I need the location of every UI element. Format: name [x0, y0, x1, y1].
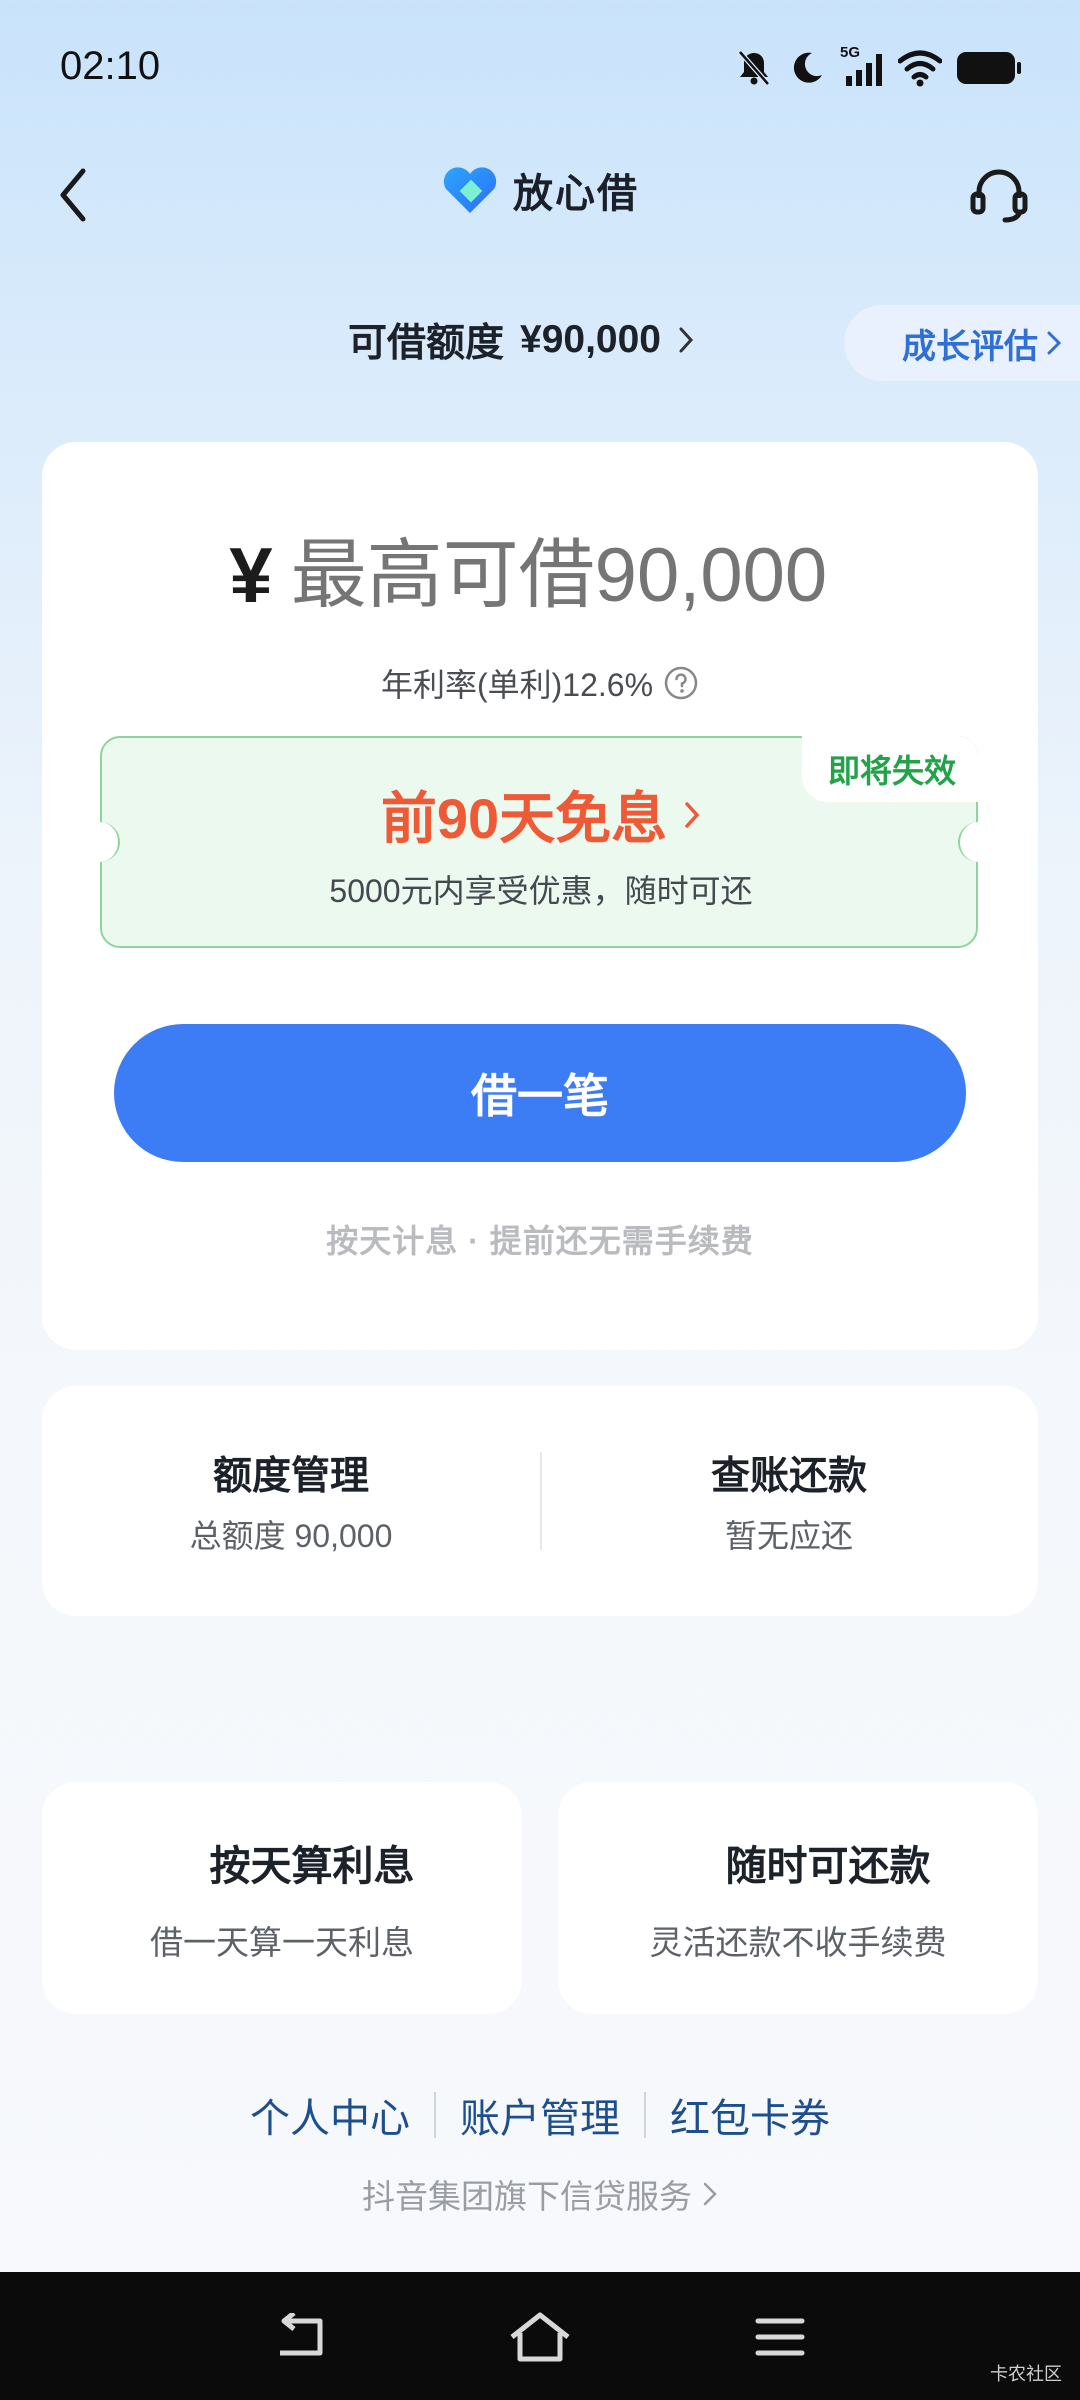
- headset-icon: [970, 169, 1028, 223]
- signal-icon: 5G: [840, 44, 884, 88]
- nav-back-button[interactable]: [265, 2302, 335, 2372]
- bill-repayment-button[interactable]: 查账还款 暂无应还: [540, 1386, 1038, 1616]
- credit-limit-link[interactable]: 可借额度 ¥90,000: [348, 312, 695, 368]
- limit-label: 可借额度: [348, 322, 505, 365]
- interest-free-promo[interactable]: 即将失效 前90天免息 5000元内享受优惠，随时可还: [98, 736, 980, 948]
- feature-title: 按天算利息: [209, 1843, 415, 1889]
- bill-repayment-title: 查账还款: [710, 1455, 867, 1498]
- moon-icon: [793, 52, 822, 83]
- link-personal-center[interactable]: 个人中心: [250, 2086, 410, 2144]
- growth-assessment-button[interactable]: 成长评估: [844, 305, 1080, 381]
- currency-symbol: ¥: [229, 531, 273, 619]
- nav-menu-button[interactable]: [745, 2302, 815, 2372]
- customer-service-button[interactable]: [960, 155, 1038, 233]
- app-name: 放心借: [513, 172, 639, 216]
- chevron-right-icon: [679, 327, 694, 353]
- amount-row: ¥: [42, 530, 1038, 621]
- chevron-right-icon: [703, 2182, 717, 2206]
- chevron-right-icon: [685, 801, 700, 828]
- menu-icon: [755, 2318, 805, 2356]
- feature-subtitle: 借一天算一天利息: [150, 1924, 414, 1961]
- home-icon: [510, 2312, 570, 2362]
- divider: [434, 2092, 436, 2138]
- feature-subtitle: 灵活还款不收手续费: [649, 1924, 947, 1961]
- watermark: 卡农社区: [990, 2364, 1062, 2384]
- help-icon[interactable]: [663, 665, 699, 701]
- feature-daily-interest: 按天算利息 借一天算一天利息: [42, 1782, 522, 2014]
- chevron-right-icon: [1047, 331, 1062, 355]
- quick-actions-card: 额度管理 总额度 90,000 查账还款 暂无应还: [42, 1386, 1038, 1616]
- promo-title-row: 前90天免息: [102, 774, 980, 855]
- interest-rate-text: 年利率(单利)12.6%: [380, 667, 654, 703]
- divider: [644, 2092, 646, 2138]
- heart-logo-icon: [443, 167, 497, 213]
- group-service-text: 抖音集团旗下信贷服务: [362, 2178, 692, 2215]
- link-coupons[interactable]: 红包卡券: [670, 2086, 830, 2144]
- borrow-amount-input[interactable]: [290, 532, 851, 619]
- borrow-card: ¥ 年利率(单利)12.6% 即将失效 前90天免息 5000元内享受优惠，随时…: [42, 442, 1038, 1350]
- group-service-link[interactable]: 抖音集团旗下信贷服务: [0, 2170, 1080, 2218]
- promo-title: 前90天免息: [380, 787, 668, 850]
- limit-amount: ¥90,000: [520, 318, 661, 361]
- mute-bell-icon: [738, 50, 770, 86]
- interest-rate-row: 年利率(单利)12.6%: [42, 660, 1038, 706]
- status-time: 02:10: [60, 44, 161, 88]
- link-account-management[interactable]: 账户管理: [460, 2086, 620, 2144]
- battery-icon: [957, 52, 1021, 84]
- borrow-button[interactable]: 借一笔: [114, 1024, 966, 1162]
- status-icons: 5G: [734, 44, 1022, 88]
- limit-management-sub: 总额度 90,000: [189, 1518, 393, 1554]
- growth-label: 成长评估: [902, 327, 1038, 366]
- bottom-links: 个人中心 账户管理 红包卡券: [0, 2086, 1080, 2144]
- limit-management-button[interactable]: 额度管理 总额度 90,000: [42, 1386, 540, 1616]
- system-nav-bar: 卡农社区: [0, 2272, 1080, 2400]
- bill-repayment-sub: 暂无应还: [724, 1518, 853, 1554]
- app-title: 放心借: [0, 160, 1080, 220]
- back-arrow-icon: [280, 2313, 323, 2356]
- nav-home-button[interactable]: [505, 2302, 575, 2372]
- promo-subtitle: 5000元内享受优惠，随时可还: [329, 873, 753, 909]
- limit-management-title: 额度管理: [212, 1455, 369, 1498]
- borrow-note: 按天计息 · 提前还无需手续费: [326, 1223, 754, 1259]
- feature-anytime-repay: 随时可还款 灵活还款不收手续费: [558, 1782, 1038, 2014]
- wifi-icon: [898, 50, 942, 87]
- feature-title: 随时可还款: [725, 1843, 931, 1889]
